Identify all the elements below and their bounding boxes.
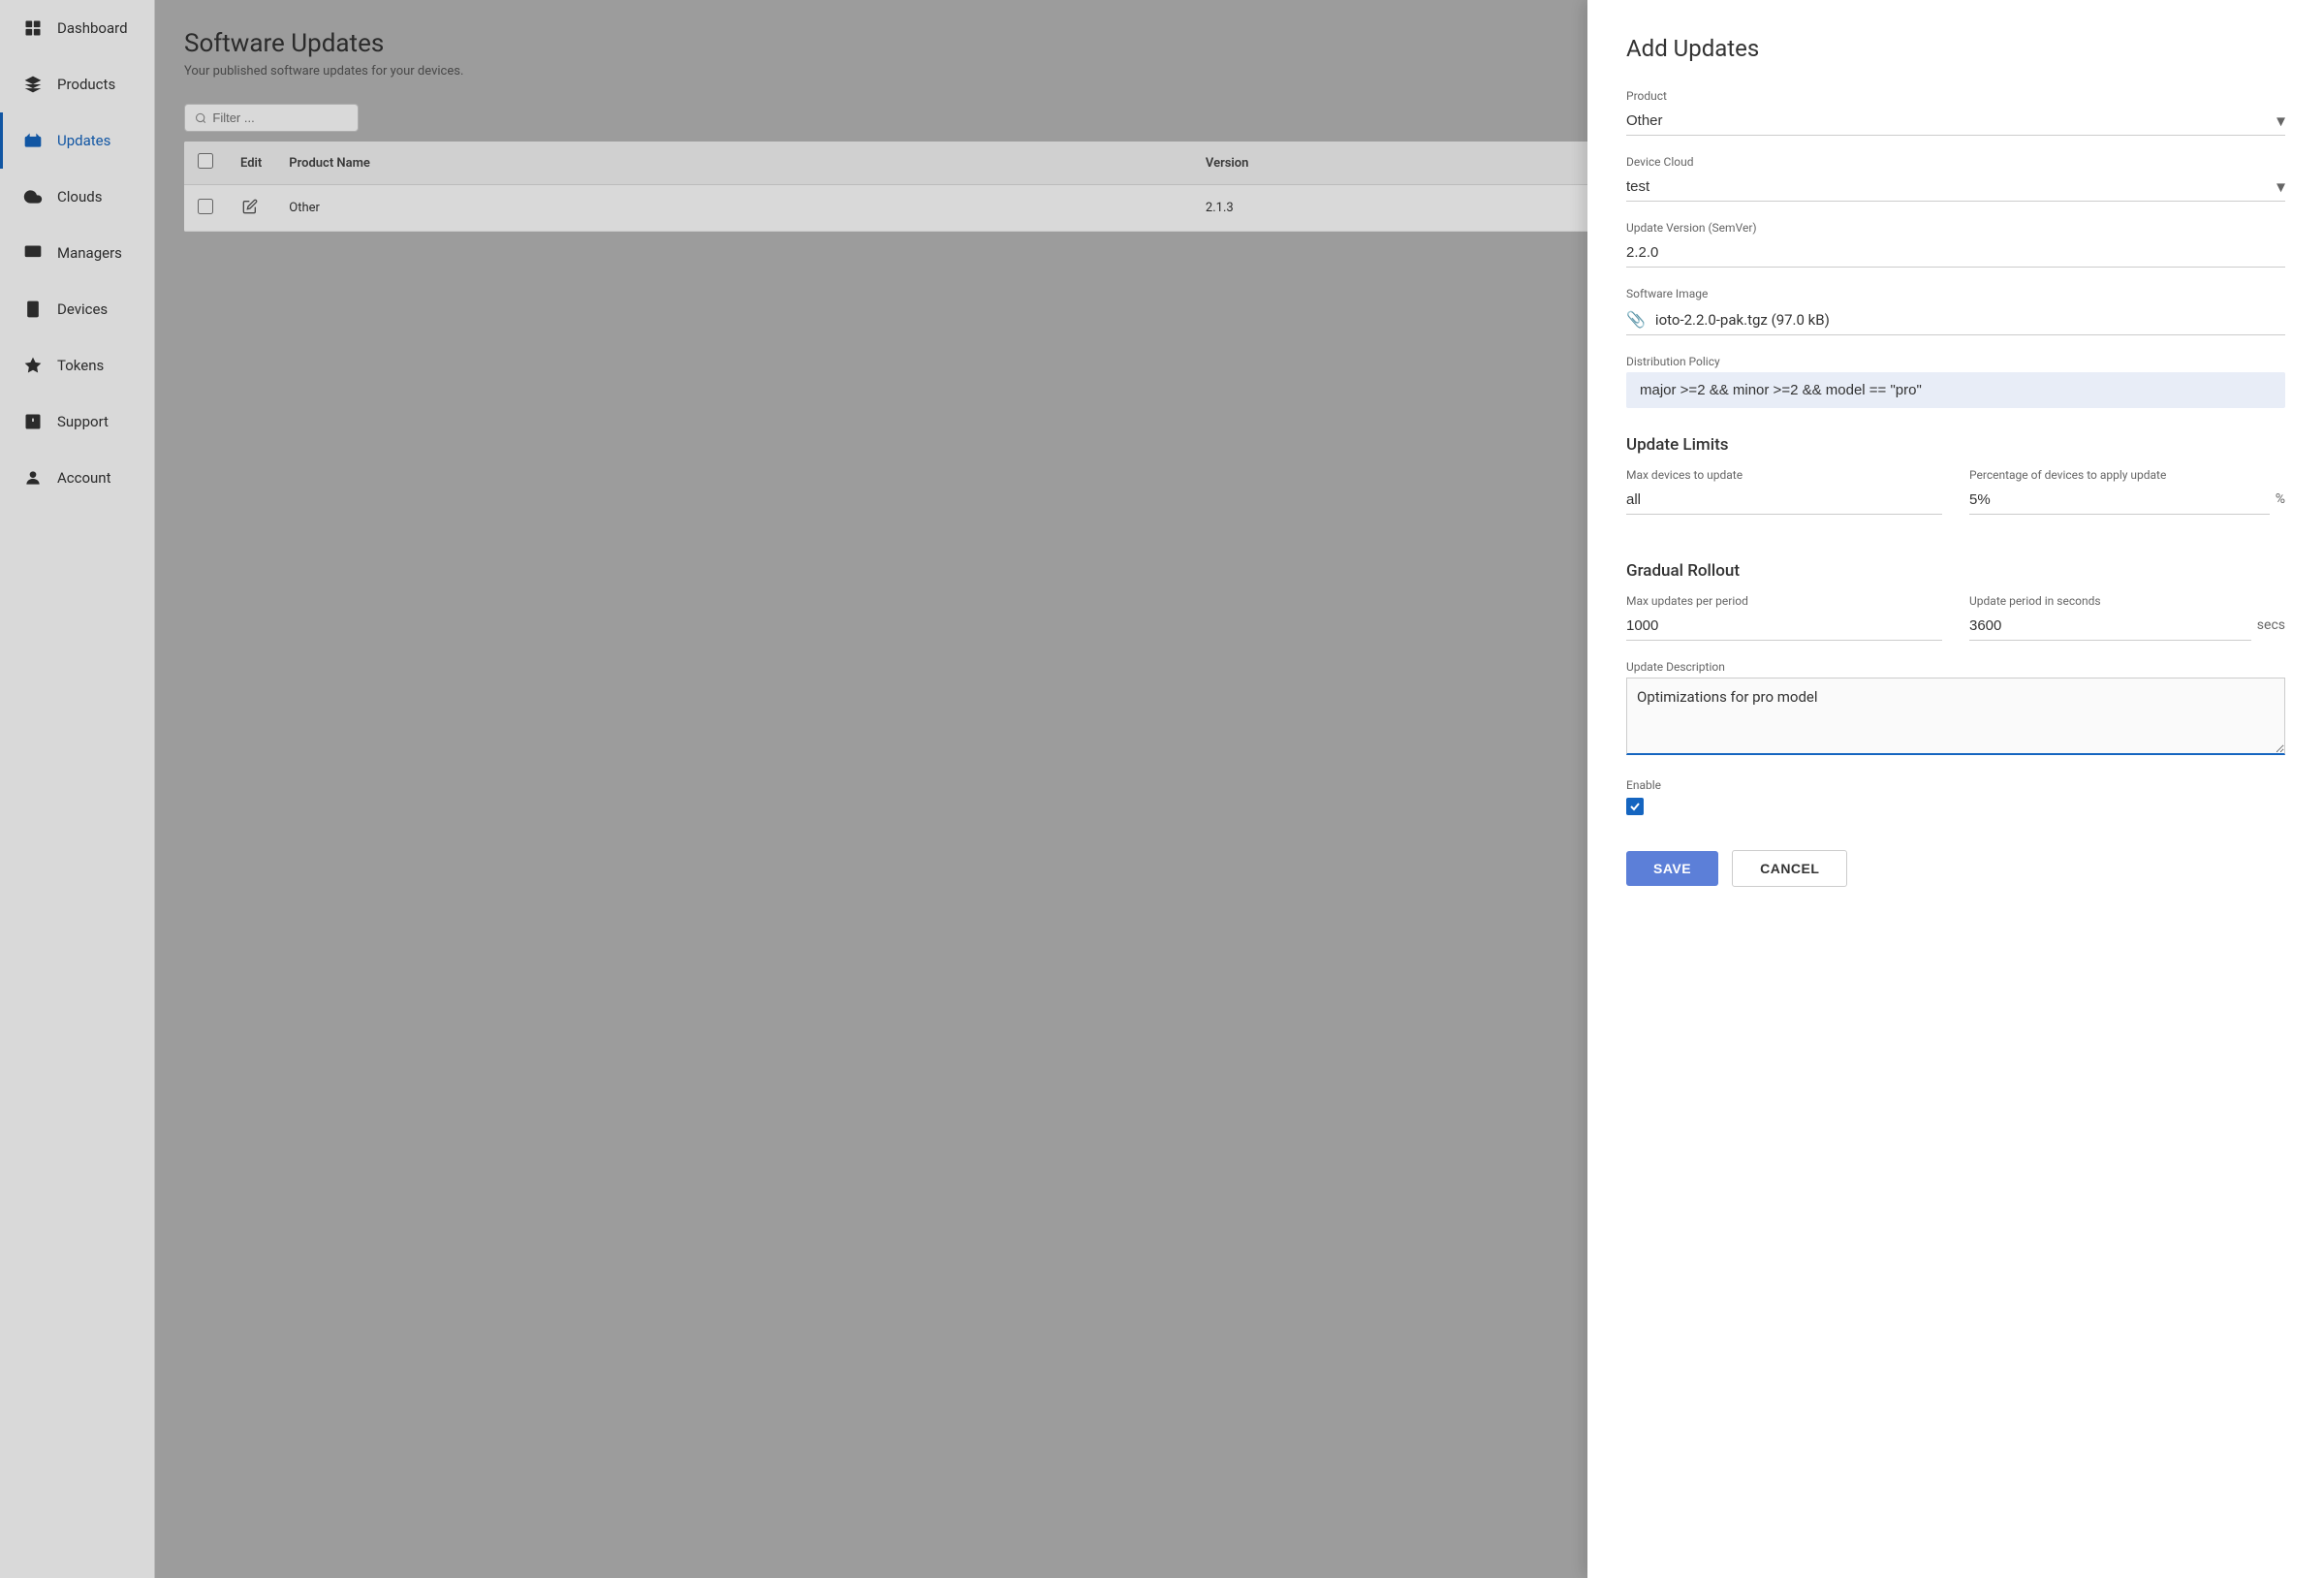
distribution-policy-label: Distribution Policy bbox=[1626, 355, 2285, 368]
update-version-input[interactable] bbox=[1626, 238, 2285, 268]
max-updates-input[interactable] bbox=[1626, 612, 1942, 641]
device-cloud-select-wrap: test ▾ bbox=[1626, 173, 2285, 202]
update-period-field: Update period in seconds secs bbox=[1969, 594, 2285, 641]
panel-actions: SAVE CANCEL bbox=[1626, 850, 2285, 887]
update-limits-section: Update Limits bbox=[1626, 435, 2285, 455]
device-cloud-select[interactable]: test bbox=[1626, 173, 2285, 202]
update-limits-grid: Max devices to update Percentage of devi… bbox=[1626, 468, 2285, 534]
max-devices-input[interactable] bbox=[1626, 486, 1942, 515]
gradual-rollout-section: Gradual Rollout bbox=[1626, 561, 2285, 581]
device-cloud-field: Device Cloud test ▾ bbox=[1626, 155, 2285, 202]
enable-label: Enable bbox=[1626, 778, 2285, 792]
max-updates-label: Max updates per period bbox=[1626, 594, 1942, 608]
percentage-label: Percentage of devices to apply update bbox=[1969, 468, 2285, 482]
percentage-suffix: % bbox=[2276, 491, 2285, 515]
gradual-rollout-grid: Max updates per period Update period in … bbox=[1626, 594, 2285, 660]
update-description-label: Update Description bbox=[1626, 660, 2285, 674]
update-description-textarea[interactable]: Optimizations for pro model bbox=[1626, 678, 2285, 755]
enable-field: Enable bbox=[1626, 778, 2285, 815]
checkmark-icon bbox=[1629, 801, 1641, 812]
percentage-field: Percentage of devices to apply update % bbox=[1969, 468, 2285, 515]
panel-title: Add Updates bbox=[1626, 35, 2285, 62]
enable-checkbox[interactable] bbox=[1626, 798, 1644, 815]
file-field: 📎 ioto-2.2.0-pak.tgz (97.0 kB) bbox=[1626, 304, 2285, 335]
product-select-wrap: Other ▾ bbox=[1626, 107, 2285, 136]
product-select[interactable]: Other bbox=[1626, 107, 2285, 136]
save-button[interactable]: SAVE bbox=[1626, 851, 1718, 886]
percentage-input[interactable] bbox=[1969, 486, 2270, 515]
device-cloud-label: Device Cloud bbox=[1626, 155, 2285, 169]
update-period-label: Update period in seconds bbox=[1969, 594, 2285, 608]
percentage-input-wrap: % bbox=[1969, 486, 2285, 515]
software-image-field: Software Image 📎 ioto-2.2.0-pak.tgz (97.… bbox=[1626, 287, 2285, 335]
update-period-input-wrap: secs bbox=[1969, 612, 2285, 641]
update-period-input[interactable] bbox=[1969, 612, 2251, 641]
update-period-suffix: secs bbox=[2257, 617, 2285, 641]
update-version-field: Update Version (SemVer) bbox=[1626, 221, 2285, 268]
max-updates-field: Max updates per period bbox=[1626, 594, 1942, 641]
attachment-icon: 📎 bbox=[1626, 310, 1646, 329]
software-image-label: Software Image bbox=[1626, 287, 2285, 300]
product-field: Product Other ▾ bbox=[1626, 89, 2285, 136]
max-devices-field: Max devices to update bbox=[1626, 468, 1942, 515]
add-updates-panel: Add Updates Product Other ▾ Device Cloud… bbox=[1587, 0, 2324, 1578]
distribution-policy-field: Distribution Policy bbox=[1626, 355, 2285, 408]
update-description-field: Update Description Optimizations for pro… bbox=[1626, 660, 2285, 759]
file-name: ioto-2.2.0-pak.tgz (97.0 kB) bbox=[1655, 311, 1830, 329]
update-version-label: Update Version (SemVer) bbox=[1626, 221, 2285, 235]
cancel-button[interactable]: CANCEL bbox=[1732, 850, 1847, 887]
product-label: Product bbox=[1626, 89, 2285, 103]
distribution-policy-input[interactable] bbox=[1626, 372, 2285, 408]
enable-checkbox-row bbox=[1626, 798, 2285, 815]
max-devices-label: Max devices to update bbox=[1626, 468, 1942, 482]
